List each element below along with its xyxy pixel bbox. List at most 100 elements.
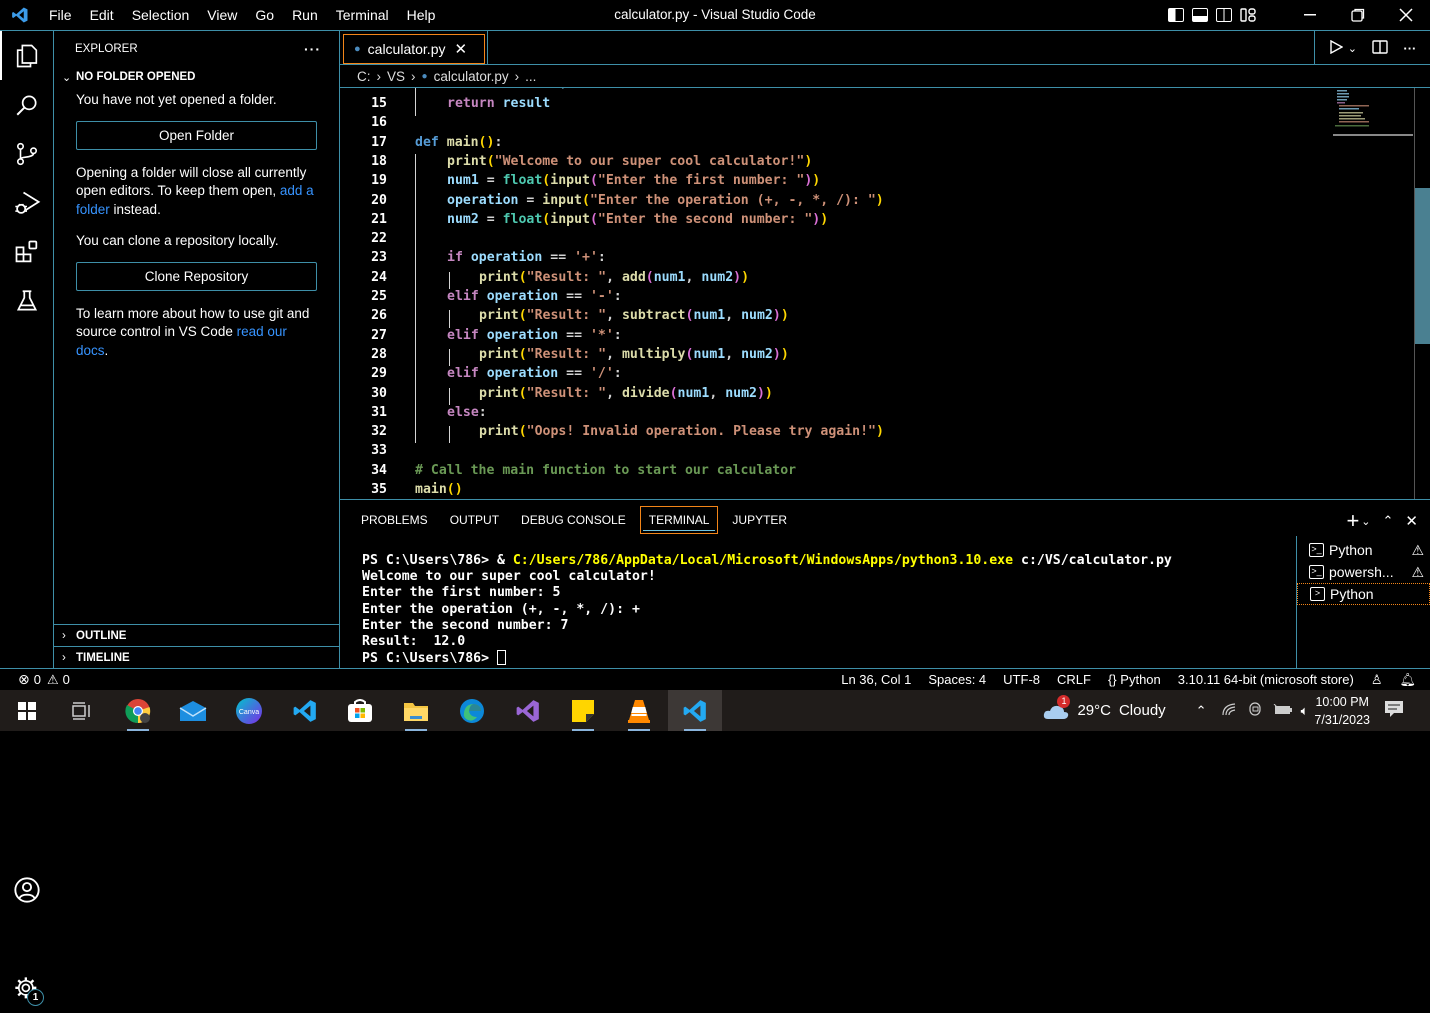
tab-jupyter[interactable]: JUPYTER (724, 507, 795, 533)
menu-go[interactable]: Go (246, 7, 283, 23)
taskbar-edge[interactable] (445, 690, 499, 731)
terminal-name: powersh... (1329, 564, 1394, 580)
more-actions-button[interactable]: ··· (304, 41, 321, 57)
menu-view[interactable]: View (198, 7, 246, 23)
terminal-dropdown-chevron-icon[interactable]: ⌄ (1361, 515, 1370, 528)
terminal-item-powershell[interactable]: >_ powersh... ⚠ (1297, 561, 1430, 583)
notifications-bell-icon[interactable]: 🔔︎ (1399, 672, 1416, 688)
activity-testing[interactable] (0, 276, 54, 325)
menu-edit[interactable]: Edit (81, 7, 123, 23)
meet-now-icon[interactable] (1247, 701, 1263, 720)
terminal-item-python[interactable]: >_ Python ⚠ (1297, 539, 1430, 561)
tab-debug-console[interactable]: DEBUG CONSOLE (513, 507, 634, 533)
toggle-panel-icon[interactable] (1192, 8, 1208, 22)
menu-help[interactable]: Help (398, 7, 445, 23)
encoding[interactable]: UTF-8 (1003, 672, 1040, 687)
open-folder-button[interactable]: Open Folder (76, 120, 317, 150)
breadcrumb-folder[interactable]: VS (387, 69, 405, 84)
minimap[interactable] (1333, 88, 1413, 138)
new-terminal-icon[interactable]: + (1346, 508, 1359, 534)
line-endings[interactable]: CRLF (1057, 672, 1091, 687)
code-editor[interactable]: 14 result = num1 / num2 15 return result 1… (340, 88, 1415, 499)
start-button[interactable] (0, 690, 54, 731)
code-token: num1 (653, 269, 686, 285)
editor-more-actions-icon[interactable]: ··· (1403, 41, 1416, 56)
run-dropdown-chevron-icon[interactable]: ⌄ (1348, 42, 1357, 55)
breadcrumb-symbols[interactable]: ... (525, 69, 536, 84)
toggle-secondary-sidebar-icon[interactable] (1216, 8, 1232, 22)
restore-button[interactable] (1334, 0, 1382, 30)
close-panel-icon[interactable]: ✕ (1405, 512, 1418, 530)
tab-calculator-py[interactable]: ● calculator.py ✕ (343, 34, 485, 64)
weather-widget[interactable]: 1 29°C Cloudy (1043, 694, 1166, 720)
activity-extensions[interactable] (0, 227, 54, 276)
terminal-command-line: PS C:\Users\786> & C:/Users/786/AppData/… (362, 553, 1172, 569)
taskbar-vscode[interactable] (278, 690, 332, 731)
code-token: ( (645, 269, 654, 285)
activity-manage[interactable]: 1 (0, 964, 54, 1013)
activity-source-control[interactable] (0, 129, 54, 178)
problems-status[interactable]: ⊗ 0 ⚠ 0 (0, 671, 70, 688)
taskbar-chrome[interactable] (111, 690, 165, 731)
outline-section-header[interactable]: › OUTLINE (54, 624, 339, 646)
activity-search[interactable] (0, 80, 54, 129)
mail-icon (179, 700, 207, 721)
task-view-icon (72, 701, 90, 720)
tab-output[interactable]: OUTPUT (442, 507, 507, 533)
editor-scrollbar[interactable] (1414, 88, 1430, 499)
menu-selection[interactable]: Selection (123, 7, 199, 23)
edge-icon (460, 698, 484, 723)
notifications-icon[interactable] (1384, 700, 1404, 721)
wifi-icon[interactable] (1221, 702, 1237, 719)
taskbar-clock[interactable]: 10:00 PM 7/31/2023 (1314, 693, 1370, 729)
line-number: 21 (371, 211, 387, 227)
indentation[interactable]: Spaces: 4 (928, 672, 986, 687)
menu-file[interactable]: File (40, 7, 81, 23)
taskbar-mail[interactable] (166, 690, 220, 731)
taskbar-canva[interactable]: Canva (222, 690, 276, 731)
scrollbar-thumb[interactable] (1415, 188, 1430, 344)
toggle-primary-sidebar-icon[interactable] (1168, 8, 1184, 22)
no-folder-section-header[interactable]: ⌄ NO FOLDER OPENED (54, 66, 339, 88)
taskbar-vlc[interactable] (612, 690, 666, 731)
taskbar-sticky-notes[interactable] (556, 690, 610, 731)
clone-repository-button[interactable]: Clone Repository (76, 261, 317, 291)
terminal-output[interactable]: PS C:\Users\786> & C:/Users/786/AppData/… (362, 553, 1172, 667)
warning-icon: ⚠ (46, 671, 59, 687)
taskbar-visual-studio[interactable] (501, 690, 555, 731)
show-hidden-icons-chevron[interactable]: ⌃ (1196, 703, 1207, 719)
timeline-section-header[interactable]: › TIMELINE (54, 646, 339, 668)
tab-terminal[interactable]: TERMINAL (639, 505, 719, 534)
taskbar-file-explorer[interactable] (389, 690, 443, 731)
code-token: = (478, 173, 503, 189)
minimize-button[interactable] (1286, 0, 1334, 30)
run-debug-icon (15, 191, 41, 214)
feedback-icon[interactable]: ♙ (1371, 672, 1383, 688)
taskbar-microsoft-store[interactable] (333, 690, 387, 731)
breadcrumb-drive[interactable]: C: (357, 69, 371, 84)
run-python-file-button[interactable] (1329, 39, 1344, 57)
language-mode[interactable]: {⁠} Python (1108, 672, 1161, 687)
breadcrumb-file[interactable]: calculator.py (434, 69, 509, 84)
terminal-item-python-active[interactable]: > Python (1297, 583, 1430, 605)
activity-accounts[interactable] (0, 865, 54, 914)
maximize-panel-icon[interactable]: ⌃ (1383, 513, 1394, 529)
close-tab-icon[interactable]: ✕ (454, 40, 467, 58)
task-view-button[interactable] (54, 690, 108, 731)
close-window-button[interactable] (1382, 0, 1430, 30)
split-editor-icon[interactable] (1372, 39, 1388, 57)
code-line: elif operation == '/': (447, 366, 622, 381)
tab-problems[interactable]: PROBLEMS (353, 507, 436, 533)
taskbar-vscode-active[interactable] (668, 690, 722, 731)
menu-terminal[interactable]: Terminal (327, 7, 398, 23)
menu-run[interactable]: Run (283, 7, 327, 23)
customize-layout-icon[interactable] (1240, 8, 1256, 22)
activity-run-debug[interactable] (0, 178, 54, 227)
cursor-position[interactable]: Ln 36, Col 1 (841, 672, 911, 687)
activity-explorer[interactable] (0, 31, 54, 80)
terminal-line: Enter the second number: 7 (362, 617, 569, 633)
volume-icon[interactable]: 🔈︎ (1301, 703, 1309, 719)
python-interpreter[interactable]: 3.10.11 64-bit (microsoft store) (1178, 672, 1354, 687)
battery-icon[interactable] (1273, 703, 1293, 719)
